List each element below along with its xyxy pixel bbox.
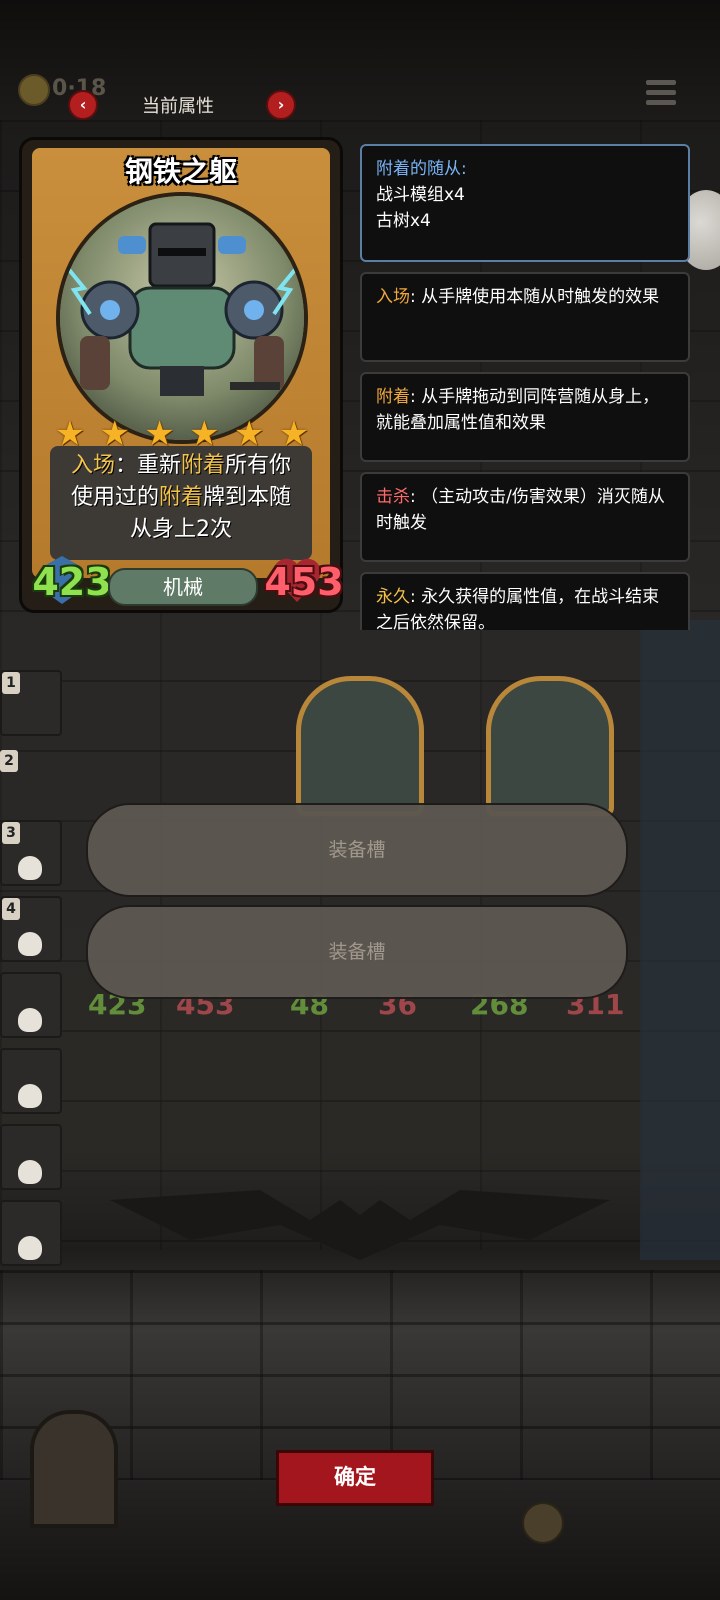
keyword-text: : （主动攻击/伤害效果）消灭随从时触发 — [376, 487, 665, 533]
confirm-button[interactable]: 确定 — [276, 1450, 434, 1506]
desc-text: 牌到本随 — [203, 485, 292, 510]
skull-icon — [18, 1160, 42, 1184]
keyword-attach: 附着 — [158, 485, 203, 510]
skull-icon — [18, 856, 42, 880]
robot-illustration — [64, 222, 300, 396]
keyword-label: 附着 — [376, 387, 410, 407]
next-button[interactable]: › — [266, 90, 296, 120]
attack-stat: 423 — [22, 552, 122, 612]
board-minion-card[interactable] — [486, 676, 614, 816]
board-minion-card[interactable] — [296, 676, 424, 816]
equip-slot[interactable]: 装备槽 — [86, 905, 628, 999]
bat-emblem — [110, 1190, 610, 1260]
health-stat: 453 — [254, 552, 354, 612]
coin-icon — [18, 74, 50, 106]
roster-number: 2 — [0, 750, 18, 772]
attached-item: 战斗模组x4 — [376, 185, 465, 205]
attached-minions-box: 附着的随从: 战斗模组x4 古树x4 — [360, 144, 690, 262]
roster-number: 1 — [2, 672, 20, 694]
keyword-label: 击杀 — [376, 487, 410, 507]
keyword-attach: 附着 — [181, 453, 226, 478]
page-title: 当前属性 — [142, 96, 214, 117]
keyword-box-permanent: 永久: 永久获得的属性值，在战斗结束之后依然保留。 — [360, 572, 690, 630]
keyword-text: : 从手牌拖动到同阵营随从身上，就能叠加属性值和效果 — [376, 387, 660, 433]
menu-icon[interactable] — [646, 80, 676, 108]
attached-item: 古树x4 — [376, 211, 431, 231]
desc-text: 使用过的 — [70, 485, 159, 510]
skull-icon — [18, 1084, 42, 1108]
roster-slot[interactable]: 1 — [0, 670, 62, 736]
card-art — [60, 196, 304, 440]
skull-icon — [18, 932, 42, 956]
prev-button[interactable]: ‹ — [68, 90, 98, 120]
stone-pillar — [640, 620, 720, 1260]
skull-icon — [18, 1008, 42, 1032]
roster-slot[interactable] — [0, 972, 62, 1038]
keyword-label: 入场 — [376, 287, 410, 307]
keyword-text: : 永久获得的属性值，在战斗结束之后依然保留。 — [376, 587, 660, 630]
keyword-enter: 入场 — [70, 453, 115, 478]
attack-value: 423 — [32, 560, 112, 604]
skull-icon — [18, 1236, 42, 1260]
equip-slot[interactable]: 装备槽 — [86, 803, 628, 897]
keyword-info-panel: 附着的随从: 战斗模组x4 古树x4 入场: 从手牌使用本随从时触发的效果 附着… — [360, 144, 690, 630]
coin-icon — [522, 1502, 564, 1544]
roster-slot[interactable]: 4 — [0, 896, 62, 962]
roster-slot[interactable] — [0, 1124, 62, 1190]
keyword-label: 永久 — [376, 587, 410, 607]
keyword-box-attach: 附着: 从手牌拖动到同阵营随从身上，就能叠加属性值和效果 — [360, 372, 690, 462]
roster-number: 4 — [2, 898, 20, 920]
minion-card: 钢铁之躯 ★ ★ ★ ★ ★ ★ 入场：重新附着所有你 使用过的附着牌到本随 从… — [22, 140, 344, 612]
desc-text: ：重新 — [114, 453, 181, 478]
keyword-box-enter: 入场: 从手牌使用本随从时触发的效果 — [360, 272, 690, 362]
card-name: 钢铁之躯 — [124, 155, 237, 188]
keyword-box-kill: 击杀: （主动攻击/伤害效果）消灭随从时触发 — [360, 472, 690, 562]
roster-slot[interactable]: 3 — [0, 820, 62, 886]
tribe-badge: 机械 — [108, 568, 258, 606]
attached-heading: 附着的随从: — [376, 159, 467, 179]
keyword-text: : 从手牌使用本随从时触发的效果 — [410, 287, 660, 307]
desc-text: 从身上2次 — [130, 517, 232, 542]
health-value: 453 — [264, 560, 344, 604]
door[interactable] — [30, 1410, 118, 1528]
roster-slot[interactable] — [0, 1200, 62, 1266]
roster-slot[interactable] — [0, 1048, 62, 1114]
desc-text: 所有你 — [225, 453, 292, 478]
roster-number: 3 — [2, 822, 20, 844]
card-description: 入场：重新附着所有你 使用过的附着牌到本随 从身上2次 — [50, 446, 312, 560]
